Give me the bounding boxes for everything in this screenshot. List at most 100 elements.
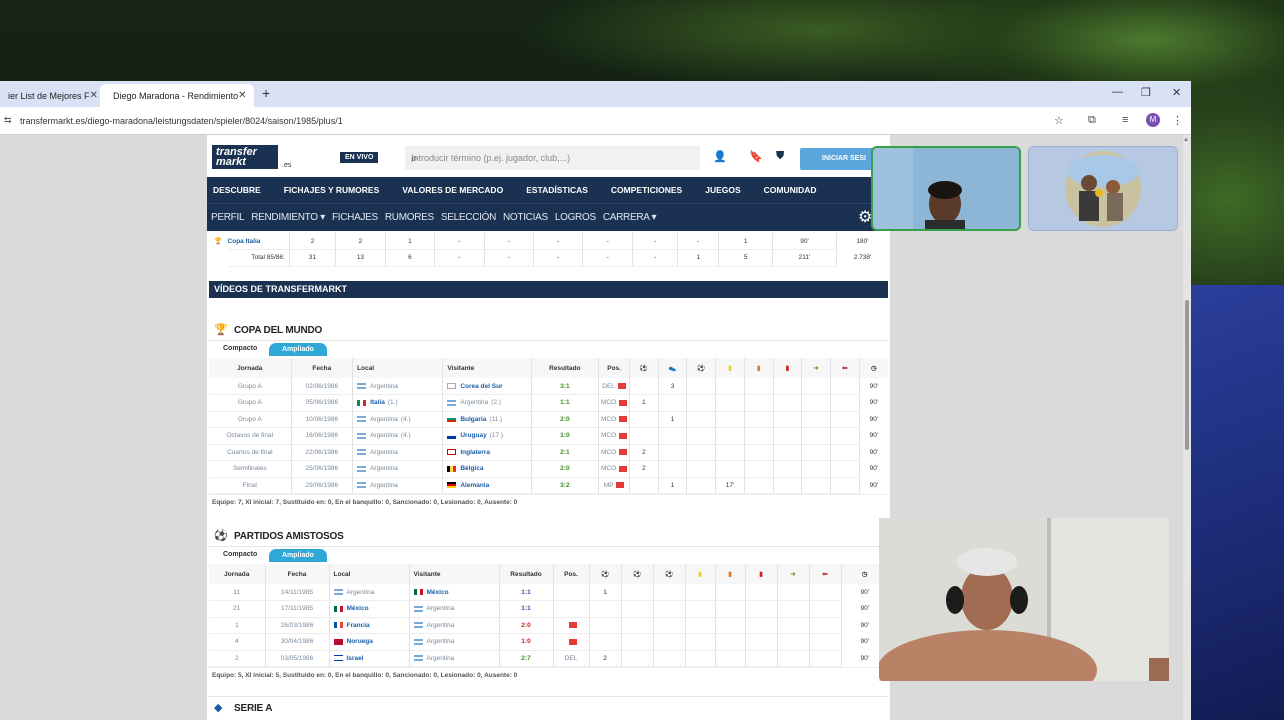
col-resultado[interactable]: Resultado (499, 564, 554, 584)
col-visitante[interactable]: Visitante (409, 564, 500, 584)
subnav-carrera[interactable]: CARRERA ▾ (603, 212, 657, 223)
team-link[interactable]: Argentina (347, 589, 375, 596)
team-link[interactable]: Argentina (370, 432, 398, 439)
nav-descubre[interactable]: DESCUBRE (213, 185, 261, 195)
mx-flag-icon (333, 605, 343, 612)
col-pos[interactable]: Pos. (598, 358, 630, 378)
team-link[interactable]: Inglaterra (460, 449, 490, 456)
team-link[interactable]: Uruguay (460, 432, 486, 439)
result-link[interactable]: 2:0 (531, 460, 600, 478)
col-jornada[interactable]: Jornada (209, 564, 266, 584)
search-icon[interactable]: ⌕ (411, 151, 694, 166)
minimize-icon[interactable]: — (1112, 86, 1123, 98)
team-link[interactable]: Argentina (427, 605, 455, 612)
team-link[interactable]: Bélgica (460, 465, 483, 472)
world-cup-rows: Grupo A 02/06/1986 Argentina Corea del Sur 3… (209, 378, 888, 494)
col-visitante[interactable]: Visitante (442, 358, 532, 378)
subnav-seleccion[interactable]: SELECCIÓN (441, 212, 496, 223)
menu-kebab-icon[interactable]: ⋮ (1172, 114, 1183, 127)
result-link[interactable]: 2:1 (531, 444, 600, 461)
team-link[interactable]: Bulgaria (460, 416, 486, 423)
subnav-rumores[interactable]: RUMORES (385, 212, 434, 223)
profile-avatar[interactable]: M (1146, 113, 1160, 127)
expanded-tab[interactable]: Ampliado (269, 343, 327, 356)
new-tab-icon[interactable]: + (262, 85, 270, 101)
nav-fichajes-rumores[interactable]: FICHAJES Y RUMORES (284, 185, 380, 195)
col-pos[interactable]: Pos. (553, 564, 590, 584)
position-cell (553, 633, 590, 651)
transfermarkt-logo[interactable]: transfer markt (212, 145, 278, 169)
competition-link[interactable]: Copa Italia (227, 233, 290, 250)
restore-icon[interactable]: ❐ (1141, 86, 1151, 99)
team-link[interactable]: Argentina (460, 399, 488, 406)
team-link[interactable]: Alemania (460, 482, 489, 489)
world-cup-trophy-icon: 🏆 (214, 324, 228, 336)
team-link[interactable]: Corea del Sur (460, 383, 502, 390)
col-resultado[interactable]: Resultado (531, 358, 600, 378)
bookmark-star-icon[interactable]: ☆ (1054, 114, 1064, 127)
team-link[interactable]: Italia (370, 399, 385, 406)
site-info-icon[interactable]: ⇆ (4, 115, 12, 126)
user-icon[interactable]: 👤 (713, 150, 727, 163)
team-link[interactable]: Argentina (427, 655, 455, 662)
result-link[interactable]: 1:1 (499, 584, 554, 601)
col-jornada[interactable]: Jornada (209, 358, 292, 378)
close-tab-icon[interactable]: ✕ (238, 90, 246, 101)
team-link[interactable]: Argentina (370, 449, 398, 456)
team-link[interactable]: Argentina (427, 622, 455, 629)
shield-icon[interactable]: ⛊ (776, 150, 784, 163)
nav-valores-mercado[interactable]: VALORES DE MERCADO (402, 185, 503, 195)
nav-competiciones[interactable]: COMPETICIONES (611, 185, 682, 195)
result-link[interactable]: 3:2 (531, 477, 600, 494)
close-window-icon[interactable]: ✕ (1172, 86, 1181, 99)
red-card-icon: ▮ (773, 358, 803, 378)
team-link[interactable]: Noruega (347, 638, 373, 645)
subnav-rendimiento[interactable]: RENDIMIENTO ▾ (251, 212, 325, 223)
live-button[interactable]: EN VIVO (340, 152, 379, 163)
result-link[interactable]: 2:7 (499, 650, 554, 667)
url-field[interactable]: transfermarkt.es/diego-maradona/leistung… (20, 116, 343, 126)
result-link[interactable]: 1:1 (531, 394, 600, 412)
col-fecha[interactable]: Fecha (291, 358, 354, 378)
result-link[interactable]: 1:0 (499, 633, 554, 651)
team-link[interactable]: Argentina (370, 416, 398, 423)
bookmark-icon[interactable]: 🔖 (749, 150, 763, 163)
subnav-perfil[interactable]: PERFIL (211, 212, 245, 223)
team-link[interactable]: Argentina (370, 465, 398, 472)
subnav-logros[interactable]: LOGROS (555, 212, 596, 223)
team-link[interactable]: Israel (347, 655, 364, 662)
subnav-noticias[interactable]: NOTICIAS (503, 212, 548, 223)
tab-maradona[interactable]: Diego Maradona - Rendimiento ✕ (100, 84, 254, 107)
close-tab-icon[interactable]: ✕ (90, 90, 98, 101)
result-link[interactable]: 2:0 (531, 411, 600, 428)
scroll-up-icon[interactable]: ▲ (1183, 137, 1189, 143)
expanded-tab[interactable]: Ampliado (269, 549, 327, 562)
result-link[interactable]: 1:1 (499, 600, 554, 618)
team-link[interactable]: México (427, 589, 449, 596)
col-local[interactable]: Local (352, 358, 444, 378)
result-link[interactable]: 1:0 (531, 427, 600, 445)
team-link[interactable]: Argentina (370, 383, 398, 390)
team-link[interactable]: México (347, 605, 369, 612)
result-link[interactable]: 3:1 (531, 378, 600, 395)
result-link[interactable]: 2:0 (499, 617, 554, 634)
scrollbar-thumb[interactable] (1185, 300, 1189, 450)
nav-estadisticas[interactable]: ESTADÍSTICAS (526, 185, 588, 195)
team-link[interactable]: Francia (347, 622, 370, 629)
compact-tab[interactable]: Compacto (223, 345, 257, 352)
nav-juegos[interactable]: JUEGOS (705, 185, 740, 195)
nav-comunidad[interactable]: COMUNIDAD (764, 185, 817, 195)
search-input[interactable]: Introducir término (p.ej. jugador, club,… (405, 146, 700, 170)
stat-cell (745, 584, 778, 601)
team-link[interactable]: Argentina (427, 638, 455, 645)
extensions-icon[interactable]: ⧉ (1088, 114, 1096, 127)
page-scrollbar[interactable]: ▲ (1183, 135, 1191, 720)
tab-tier-list[interactable]: ier List de Mejores F ✕ (0, 84, 98, 107)
media-icon[interactable]: ≡ (1122, 114, 1128, 126)
col-fecha[interactable]: Fecha (265, 564, 330, 584)
site-header: transfer markt .es EN VIVO Introducir té… (207, 135, 890, 177)
team-link[interactable]: Argentina (370, 482, 398, 489)
subnav-fichajes[interactable]: FICHAJES (332, 212, 378, 223)
col-local[interactable]: Local (329, 564, 410, 584)
compact-tab[interactable]: Compacto (223, 551, 257, 558)
